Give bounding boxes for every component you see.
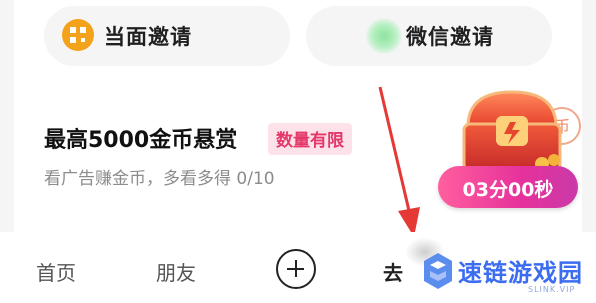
tab-home[interactable]: 首页: [36, 257, 76, 286]
face-invite-label: 当面邀请: [104, 25, 192, 49]
plus-circle-icon[interactable]: [276, 249, 316, 289]
site-watermark: 速链游戏园 SLINK.VIP: [418, 249, 594, 301]
watermark-text: 速链游戏园: [458, 259, 583, 287]
tab-friends[interactable]: 朋友: [156, 257, 196, 286]
countdown-timer-text: 03分00秒: [462, 179, 554, 201]
watermark-logo-icon: [424, 253, 452, 289]
limited-badge: 数量有限: [268, 123, 352, 155]
wechat-icon: [366, 18, 402, 54]
tab-go[interactable]: 去: [383, 257, 403, 286]
face-invite-button[interactable]: 当面邀请: [44, 6, 290, 66]
wechat-invite-button[interactable]: 微信邀请: [306, 6, 552, 66]
task-title: 最高5000金币悬赏: [44, 128, 238, 153]
content-area: 当面邀请 微信邀请 最高5000金币悬赏 数量有限 看广告赚金币，多看多得 0/…: [0, 0, 596, 237]
task-description: 看广告赚金币，多看多得 0/10: [44, 169, 275, 189]
red-arrow-annotation: [378, 86, 420, 237]
countdown-timer-button[interactable]: 03分00秒: [438, 166, 578, 208]
watermark-subtext: SLINK.VIP: [528, 285, 576, 294]
qr-code-icon: [62, 19, 94, 51]
wechat-invite-label: 微信邀请: [406, 25, 494, 49]
